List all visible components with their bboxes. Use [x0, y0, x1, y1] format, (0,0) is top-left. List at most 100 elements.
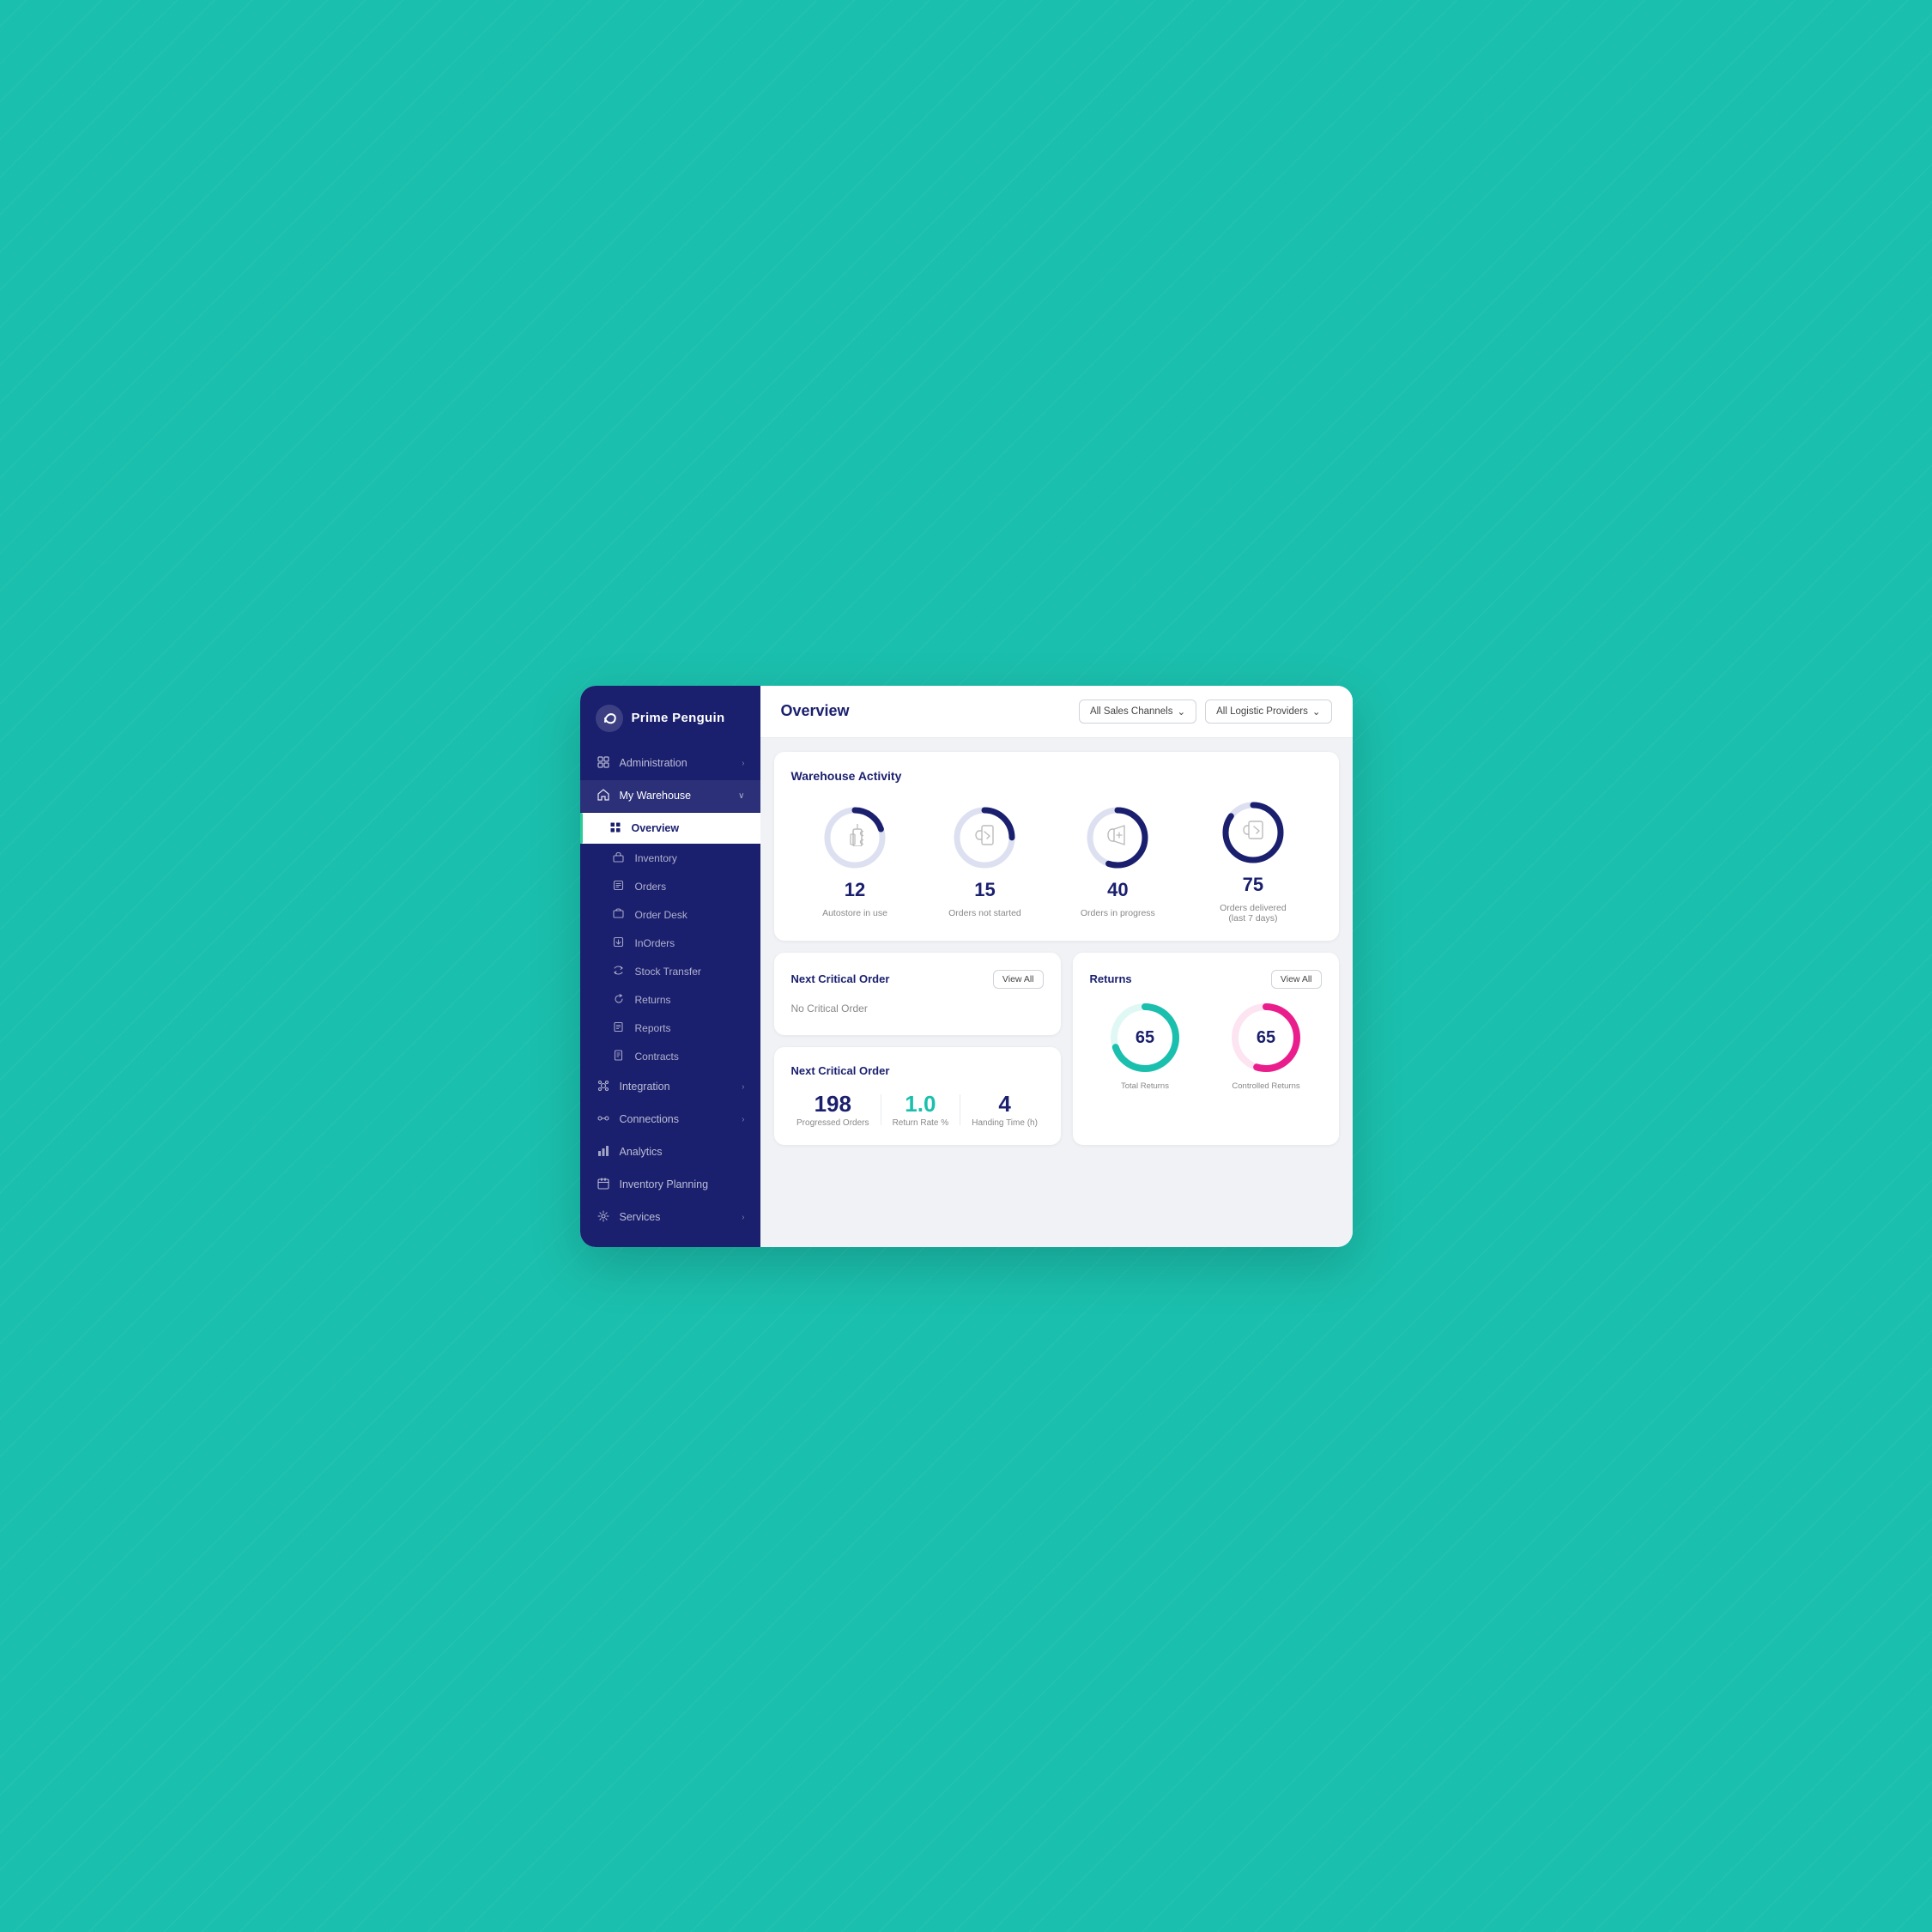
sidebar-item-order-desk[interactable]: Order Desk	[580, 901, 760, 929]
top-bar: Overview All Sales Channels ⌄ All Logist…	[760, 686, 1353, 738]
reports-icon	[611, 1021, 627, 1035]
services-label: Services	[620, 1211, 661, 1223]
sales-channels-chevron: ⌄	[1177, 706, 1185, 718]
sidebar-item-stock-transfer[interactable]: Stock Transfer	[580, 958, 760, 985]
sidebar-item-returns[interactable]: Returns	[580, 986, 760, 1014]
orders-not-started-value: 15	[974, 881, 995, 899]
contracts-label: Contracts	[635, 1051, 679, 1063]
sidebar-item-integration[interactable]: Integration ›	[580, 1071, 760, 1103]
sidebar-item-inventory-planning[interactable]: Inventory Planning	[580, 1169, 760, 1201]
inorders-label: InOrders	[635, 937, 675, 949]
sidebar-item-orders[interactable]: Orders	[580, 873, 760, 900]
logistic-providers-filter[interactable]: All Logistic Providers ⌄	[1205, 700, 1331, 724]
sidebar-item-connections[interactable]: Connections ›	[580, 1104, 760, 1136]
handing-time-label: Handing Time (h)	[972, 1118, 1038, 1128]
returns-title: Returns	[1090, 972, 1132, 985]
warehouse-activity-title: Warehouse Activity	[791, 769, 1322, 783]
orders-delivered-icon	[1242, 819, 1264, 846]
sidebar-item-administration[interactable]: Administration ›	[580, 748, 760, 779]
progressed-orders-value: 198	[815, 1093, 851, 1115]
controlled-returns-label: Controlled Returns	[1232, 1081, 1299, 1091]
orders-label: Orders	[635, 881, 667, 893]
critical-order-empty-header: Next Critical Order View All	[791, 970, 1044, 989]
return-rate-value: 1.0	[905, 1093, 936, 1115]
reports-label: Reports	[635, 1022, 671, 1034]
sidebar-item-overview[interactable]: Overview	[580, 813, 760, 844]
services-icon	[596, 1210, 611, 1225]
orders-icon	[611, 880, 627, 893]
order-desk-icon	[611, 908, 627, 922]
administration-label: Administration	[620, 757, 687, 769]
returns-label: Returns	[635, 994, 671, 1006]
app-container: Prime Penguin Administration › My Wareho…	[580, 686, 1353, 1247]
integration-arrow: ›	[742, 1082, 744, 1092]
handing-time-value: 4	[998, 1093, 1010, 1115]
inventory-icon	[611, 851, 627, 865]
total-returns-label: Total Returns	[1121, 1081, 1169, 1091]
critical-order-empty-card: Next Critical Order View All No Critical…	[774, 953, 1061, 1035]
sales-channels-filter[interactable]: All Sales Channels ⌄	[1079, 700, 1196, 724]
orders-not-started-donut	[950, 803, 1019, 872]
critical-order-stats-card: Next Critical Order 198 Progressed Order…	[774, 1047, 1061, 1145]
sidebar-item-my-warehouse[interactable]: My Warehouse ∨	[580, 780, 760, 812]
sidebar-item-reports[interactable]: Reports	[580, 1014, 760, 1042]
page-title: Overview	[781, 702, 850, 720]
progressed-orders-label: Progressed Orders	[796, 1118, 869, 1128]
orders-delivered-donut	[1219, 798, 1287, 867]
content-area: Warehouse Activity	[760, 738, 1353, 1159]
administration-icon	[596, 756, 611, 771]
logistic-providers-chevron: ⌄	[1312, 706, 1321, 718]
sidebar-item-inorders[interactable]: InOrders	[580, 930, 760, 957]
connections-icon	[596, 1112, 611, 1127]
critical-order-view-all-btn[interactable]: View All	[993, 970, 1044, 989]
orders-in-progress-value: 40	[1107, 881, 1128, 899]
activity-autostore: 12 Autostore in use	[821, 803, 889, 918]
overview-label: Overview	[632, 822, 680, 834]
stock-transfer-icon	[611, 965, 627, 978]
orders-delivered-value: 75	[1243, 875, 1263, 894]
total-returns-item: 65 Total Returns	[1106, 999, 1184, 1091]
inventory-label: Inventory	[635, 852, 677, 864]
sidebar-item-contracts[interactable]: Contracts	[580, 1043, 760, 1070]
critical-order-stats-header: Next Critical Order	[791, 1064, 1044, 1077]
overview-icon	[608, 821, 623, 835]
logo-area[interactable]: Prime Penguin	[580, 686, 760, 748]
orders-not-started-icon	[974, 826, 995, 850]
analytics-icon	[596, 1145, 611, 1160]
orders-in-progress-label: Orders in progress	[1081, 908, 1155, 918]
my-warehouse-label: My Warehouse	[620, 790, 692, 802]
sidebar-item-inventory[interactable]: Inventory	[580, 845, 760, 872]
top-bar-filters: All Sales Channels ⌄ All Logistic Provid…	[1079, 700, 1332, 724]
my-warehouse-arrow: ∨	[738, 791, 744, 801]
critical-order-stats-title: Next Critical Order	[791, 1064, 890, 1077]
returns-card: Returns View All	[1073, 953, 1339, 1145]
return-rate-label: Return Rate %	[893, 1118, 949, 1128]
administration-arrow: ›	[742, 759, 744, 768]
returns-grid: 65 Total Returns	[1090, 999, 1322, 1091]
controlled-returns-center: 65	[1257, 1029, 1275, 1046]
sales-channels-label: All Sales Channels	[1090, 706, 1173, 717]
inventory-planning-icon	[596, 1178, 611, 1192]
total-returns-value: 65	[1136, 1029, 1154, 1046]
connections-arrow: ›	[742, 1115, 744, 1124]
autostore-value: 12	[845, 881, 865, 899]
main-content: Overview All Sales Channels ⌄ All Logist…	[760, 686, 1353, 1247]
activity-orders-delivered: 75 Orders delivered (last 7 days)	[1214, 798, 1292, 924]
controlled-returns-item: 65 Controlled Returns	[1227, 999, 1305, 1091]
integration-icon	[596, 1080, 611, 1094]
bottom-left: Next Critical Order View All No Critical…	[774, 953, 1061, 1145]
total-returns-donut: 65	[1106, 999, 1184, 1076]
stock-transfer-label: Stock Transfer	[635, 966, 701, 978]
returns-view-all-btn[interactable]: View All	[1271, 970, 1322, 989]
stats-row: 198 Progressed Orders 1.0 Return Rate % …	[791, 1087, 1044, 1128]
critical-order-empty-title: Next Critical Order	[791, 972, 890, 985]
warehouse-activity-card: Warehouse Activity	[774, 752, 1339, 941]
no-critical-text: No Critical Order	[791, 999, 1044, 1018]
order-desk-label: Order Desk	[635, 909, 687, 921]
app-name: Prime Penguin	[632, 711, 725, 725]
returns-header: Returns View All	[1090, 970, 1322, 989]
orders-in-progress-icon	[1106, 825, 1129, 851]
bottom-row: Next Critical Order View All No Critical…	[774, 953, 1339, 1145]
sidebar-item-analytics[interactable]: Analytics	[580, 1136, 760, 1168]
sidebar-item-services[interactable]: Services ›	[580, 1202, 760, 1233]
